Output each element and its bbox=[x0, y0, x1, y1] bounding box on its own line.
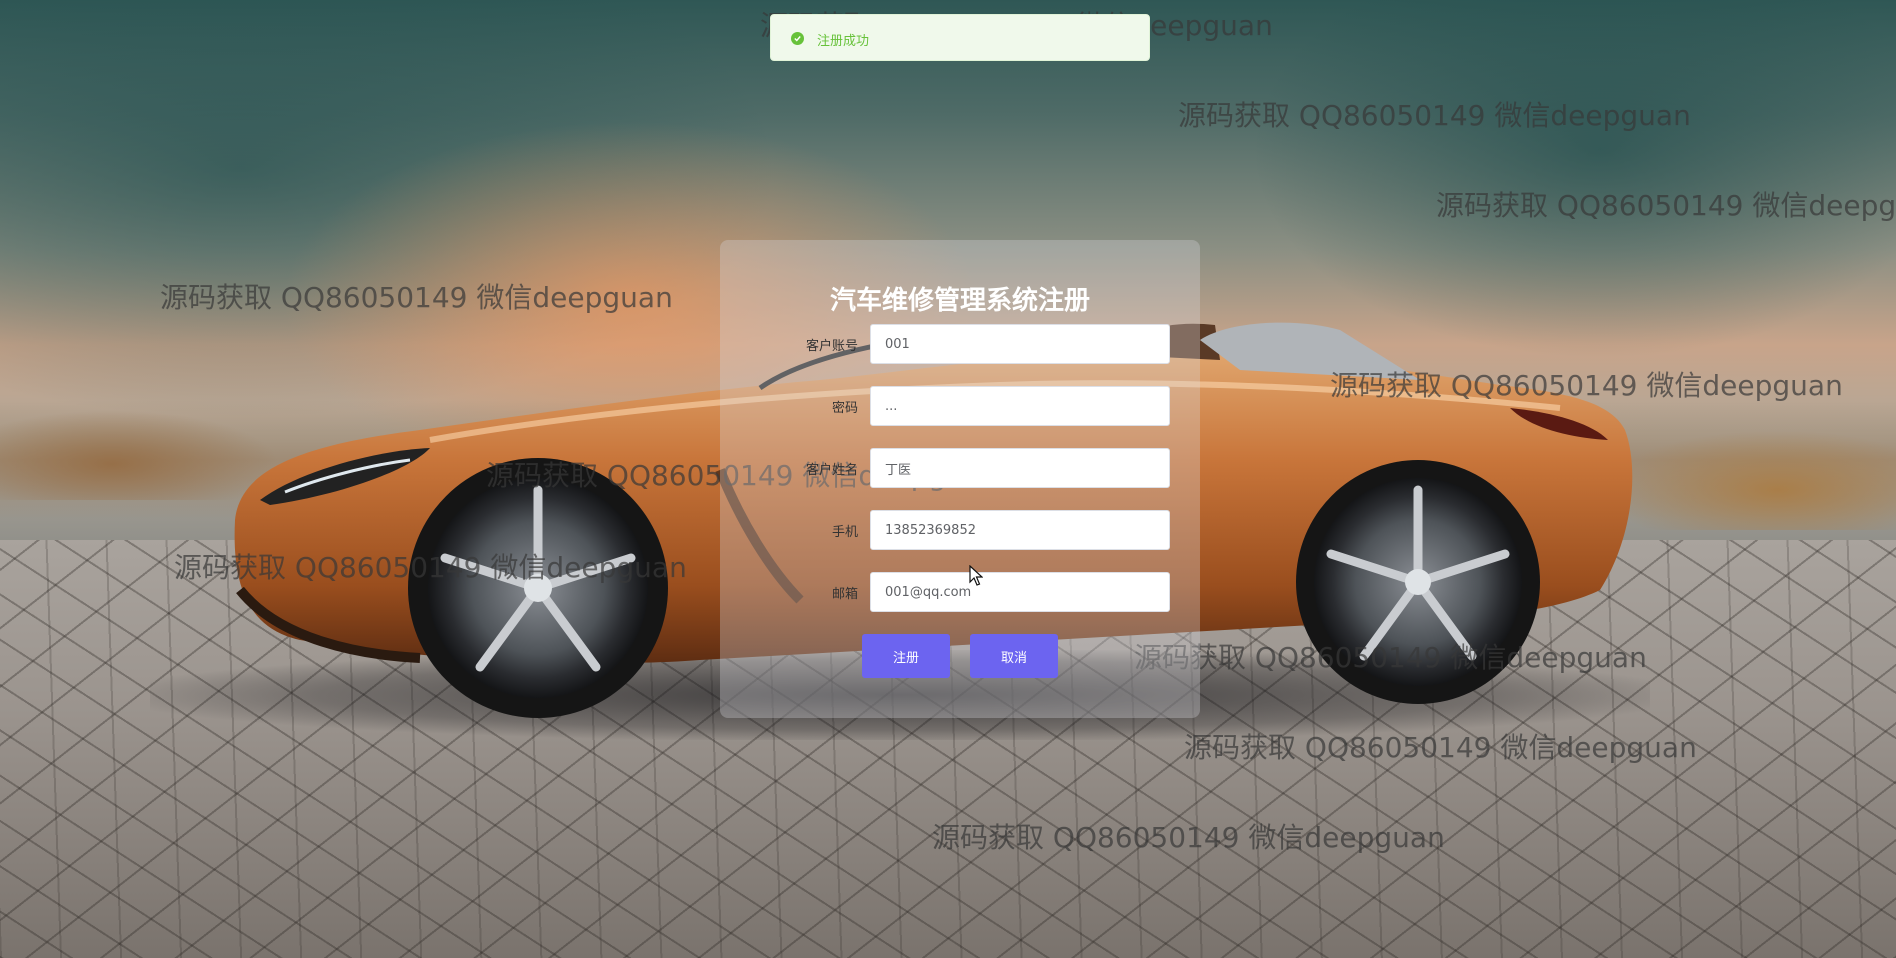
success-toast: 注册成功 bbox=[770, 14, 1150, 61]
watermark-text: 源码获取 QQ86050149 微信deepguan bbox=[174, 551, 687, 584]
toast-message: 注册成功 bbox=[817, 34, 870, 49]
email-label: 邮箱 bbox=[831, 587, 858, 602]
watermark-text: 源码获取 QQ86050149 微信deepguan bbox=[160, 281, 673, 314]
phone-label: 手机 bbox=[831, 525, 858, 540]
background-scene: 源码获取 QQ86050149 微信deepguan 源码获取 QQ860501… bbox=[0, 0, 1896, 958]
password-input[interactable] bbox=[870, 386, 1170, 426]
email-input[interactable] bbox=[870, 572, 1170, 612]
watermark-text: 源码获取 QQ86050149 微信deepgua bbox=[1436, 189, 1896, 222]
cancel-button[interactable]: 取消 bbox=[970, 634, 1058, 678]
mouse-cursor-icon bbox=[969, 565, 983, 586]
form-title: 汽车维修管理系统注册 bbox=[829, 286, 1090, 316]
password-label: 密码 bbox=[831, 401, 858, 416]
watermark-text: 源码获取 QQ86050149 微信deepguan bbox=[1330, 369, 1843, 402]
account-input[interactable] bbox=[870, 324, 1170, 364]
register-button[interactable]: 注册 bbox=[862, 634, 950, 678]
register-panel: 汽车维修管理系统注册 客户账号 密码 客户姓名 手机 邮箱 注册 取消 bbox=[720, 240, 1200, 718]
watermark-text: 源码获取 QQ86050149 微信deepguan bbox=[1178, 99, 1691, 132]
watermark-text: 源码获取 QQ86050149 微信deepguan bbox=[1134, 641, 1647, 674]
check-circle-icon bbox=[791, 32, 804, 45]
phone-input[interactable] bbox=[870, 510, 1170, 550]
customer-name-label: 客户姓名 bbox=[805, 463, 858, 478]
watermark-text: 源码获取 QQ86050149 微信deepguan bbox=[1184, 731, 1697, 764]
account-label: 客户账号 bbox=[805, 339, 858, 354]
customer-name-input[interactable] bbox=[870, 448, 1170, 488]
watermark-text: 源码获取 QQ86050149 微信deepguan bbox=[932, 821, 1445, 854]
